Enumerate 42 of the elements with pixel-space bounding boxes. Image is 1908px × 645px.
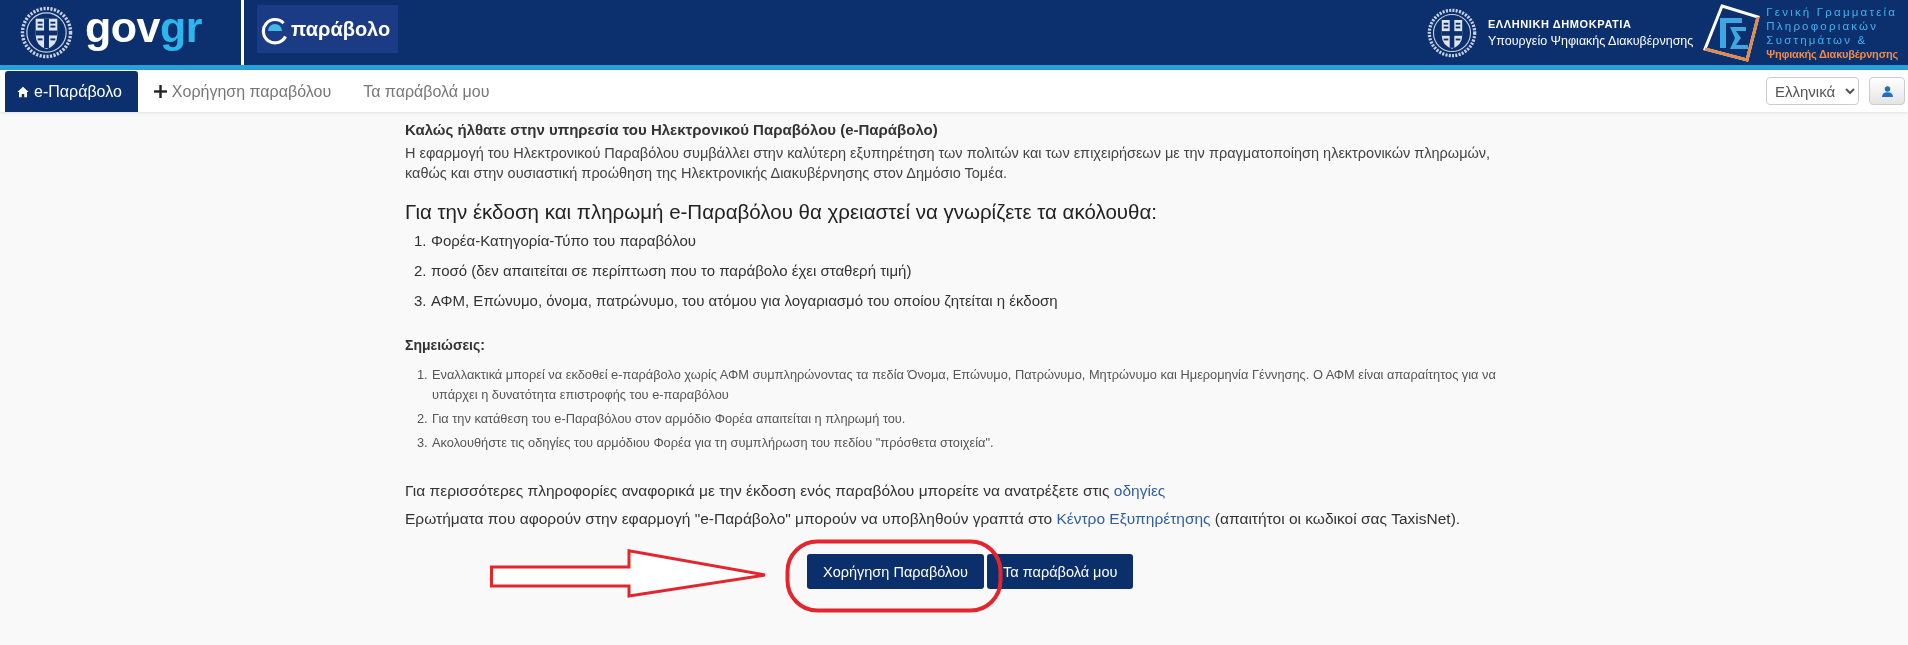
plus-icon xyxy=(153,85,167,98)
nav-tab[interactable]: Χορήγηση παραβόλου xyxy=(137,71,348,112)
list-item-text: ποσό (δεν απαιτείται σε περίπτωση που το παράβολο έχει σταθερή τιμή) xyxy=(431,261,912,281)
govgr-logo[interactable]: govgr xyxy=(85,6,202,49)
list-number: 3. xyxy=(414,291,428,311)
secretariat-name-line: Γενική Γραμματεία xyxy=(1766,4,1898,19)
secretariat-name-line: Ψηφιακής Διακυβέρνησης xyxy=(1766,46,1898,61)
note-number: 1. xyxy=(417,366,429,384)
home-icon xyxy=(17,85,29,98)
list-number: 2. xyxy=(414,261,428,281)
note-number: 2. xyxy=(417,410,429,428)
requirements-heading: Για την έκδοση και πληρωμή e-Παραβόλου θα χρειαστεί να γνωρίζετε τα ακόλουθα: xyxy=(405,199,1158,225)
inline-link[interactable]: οδηγίες xyxy=(1113,482,1166,499)
info-text: Για περισσότερες πληροφορίες αναφορικά με την έκδοση ενός παραβόλου μπορείτε να ανατρέξετε στις οδηγίες xyxy=(405,481,1167,501)
ring-logo-icon xyxy=(260,17,289,45)
nav-tab[interactable]: Τα παράβολά μου xyxy=(347,71,506,112)
list-item-text: Φορέα-Κατηγορία-Τύπο του παραβόλου xyxy=(431,231,696,251)
primary-button[interactable]: Τα παράβολά μου xyxy=(987,554,1134,589)
notes-title: Σημειώσεις: xyxy=(405,336,486,355)
nav-tab[interactable]: e-Παράβολο xyxy=(5,71,138,112)
country-name: ΕΛΛΗΝΙΚΗ ΔΗΜΟΚΡΑΤΙΑ xyxy=(1487,16,1633,32)
intro-paragraph: Η εφαρμογή του Ηλεκτρονικού Παραβόλου συμβάλλει στην καλύτερη εξυπηρέτηση των πολιτών και των επιχειρήσεων με την πραγματοποίηση ηλεκτρονικών πληρωμών, καθώς και στην ουσιαστική προώθηση της Ηλεκτρονικής Διακυβέρνησης στον Δημόσιο Τομέα. xyxy=(405,144,1492,183)
user-button[interactable] xyxy=(1869,77,1905,105)
coat-of-arms-icon xyxy=(20,6,73,59)
info-text: Ερωτήματα που αφορούν στην εφαρμογή "e-Παράβολο" μπορούν να υποβληθούν γραπτά στο Κέντρο Εξυπηρέτησης (απαιτήτοι οι κωδικοί σας TaxisNet). xyxy=(405,509,1462,529)
note-number: 3. xyxy=(417,434,429,452)
note-text: Ακολουθήστε τις οδηγίες του αρμόδιου Φορέα για τη συμπλήρωση του πεδίου "πρόσθετα στοιχεία". xyxy=(432,434,994,452)
list-item-text: ΑΦΜ, Επώνυμο, όνομα, πατρώνυμο, του ατόμου για λογαριασμό του οποίου ζητείται η έκδοση xyxy=(431,291,1058,311)
app-logo[interactable]: παράβολο xyxy=(256,5,399,53)
primary-button[interactable]: Χορήγηση Παραβόλου xyxy=(807,554,985,589)
secretariat-name-line: Συστημάτων & xyxy=(1766,32,1869,47)
inline-link[interactable]: Κέντρο Εξυπηρέτησης xyxy=(1056,510,1211,527)
tilted-square-logo-icon xyxy=(1702,3,1761,62)
list-number: 1. xyxy=(414,231,428,251)
ministry-name: Υπουργείο Ψηφιακής Διακυβέρνησης xyxy=(1487,32,1694,50)
welcome-title: Καλώς ήλθατε στην υπηρεσία του Ηλεκτρονικού Παραβόλου (e-Παράβολο) xyxy=(405,120,939,140)
note-text: Για την κατάθεση του e-Παραβόλου στον αρμόδιο Φορέα απαιτείται η πληρωμή του. xyxy=(432,410,906,428)
secretariat-name-line: Πληροφοριακών xyxy=(1766,18,1880,33)
language-select[interactable]: Ελληνικά xyxy=(1766,77,1859,105)
note-text: Εναλλακτικά μπορεί να εκδοθεί e-παράβολο χωρίς ΑΦΜ συμπληρώνοντας τα πεδία Όνομα, Επώνυμο, Πατρώνυμο, Μητρώνυμο και Ημερομηνία Γέννησης. Ο ΑΦΜ είναι απαραίτητος για να υπάρχει η δυνατότητα επιστροφής του e-παραβόλου xyxy=(432,366,1497,404)
coat-of-arms-icon xyxy=(1426,7,1477,58)
user-icon xyxy=(1881,85,1893,97)
